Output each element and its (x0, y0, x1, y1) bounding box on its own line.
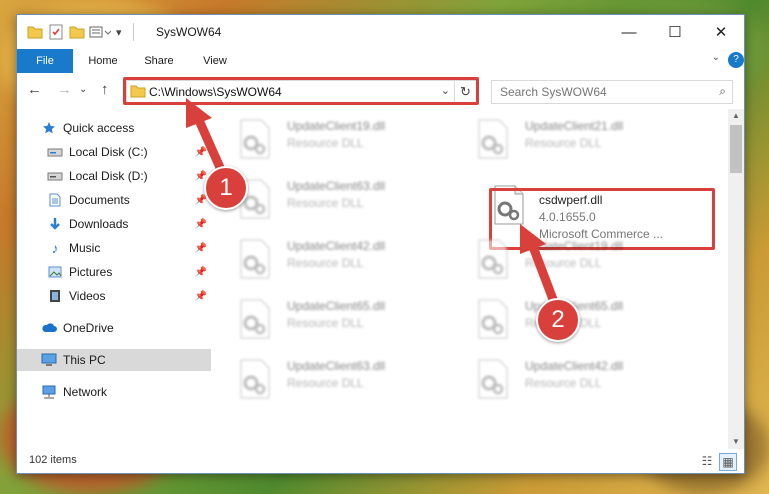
annotation-arrows (186, 98, 559, 307)
step-badge-1: 1 (204, 166, 248, 210)
arrow-to-address-bar (186, 98, 227, 177)
arrow-to-file (520, 224, 559, 307)
step-badge-2: 2 (536, 298, 580, 342)
